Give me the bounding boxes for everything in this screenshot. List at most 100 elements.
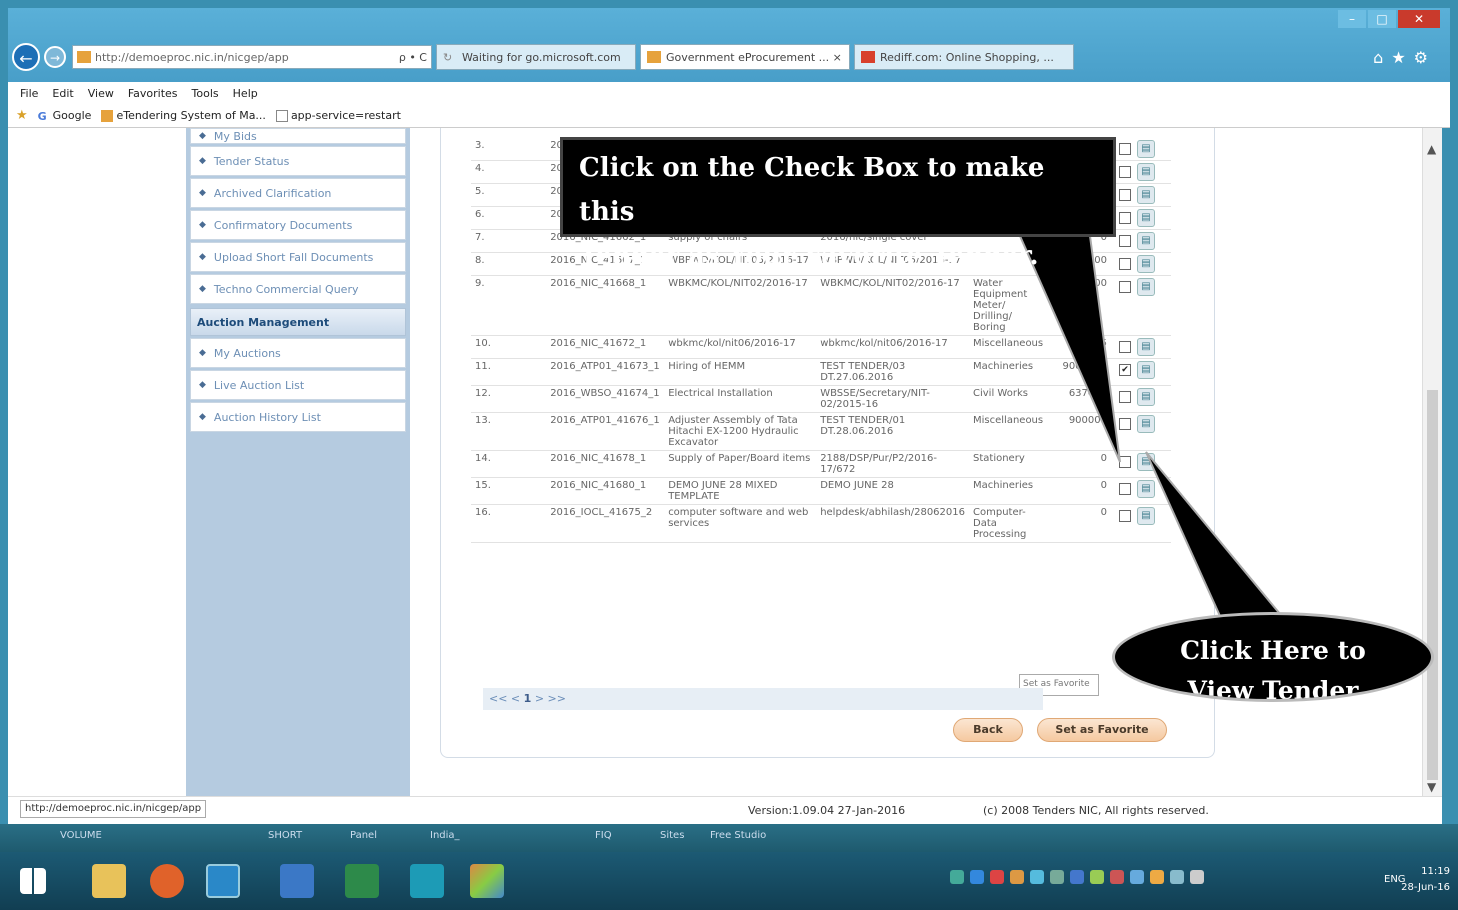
favorite-checkbox[interactable] <box>1119 143 1131 155</box>
view-tender-icon[interactable]: ▤ <box>1137 255 1155 273</box>
headphones-app-icon[interactable] <box>410 864 444 898</box>
favorite-checkbox[interactable] <box>1119 281 1131 293</box>
favorite-checkbox[interactable] <box>1119 166 1131 178</box>
favorites-star-icon[interactable]: ★ <box>1391 48 1413 67</box>
tray-icon[interactable] <box>970 870 984 884</box>
view-tender-icon[interactable]: ▤ <box>1137 232 1155 250</box>
internet-explorer-icon[interactable] <box>206 864 240 898</box>
view-tender-icon[interactable]: ▤ <box>1137 415 1155 433</box>
back-button[interactable]: Back <box>953 718 1023 742</box>
home-icon[interactable]: ⌂ <box>1373 48 1391 67</box>
favorite-checkbox[interactable] <box>1119 456 1131 468</box>
layers-app-icon[interactable] <box>470 864 504 898</box>
favorite-checkbox[interactable] <box>1119 483 1131 495</box>
view-tender-icon[interactable]: ▤ <box>1137 140 1155 158</box>
view-tender-icon[interactable]: ▤ <box>1137 361 1155 379</box>
favorite-checkbox[interactable] <box>1119 418 1131 430</box>
favorite-checkbox[interactable] <box>1119 189 1131 201</box>
address-bar[interactable]: http://demoeproc.nic.in/nicgep/app ρ • C <box>72 45 432 69</box>
view-tender-icon[interactable]: ▤ <box>1137 507 1155 525</box>
tray-icon[interactable] <box>1010 870 1024 884</box>
view-tender-icon[interactable]: ▤ <box>1137 209 1155 227</box>
tray-icon[interactable] <box>1050 870 1064 884</box>
favorite-checkbox[interactable] <box>1119 212 1131 224</box>
menu-tools[interactable]: Tools <box>192 87 219 100</box>
view-tender-icon[interactable]: ▤ <box>1137 388 1155 406</box>
fav-etendering[interactable]: eTendering System of Ma... <box>101 109 266 122</box>
address-controls[interactable]: ρ • C <box>399 51 427 64</box>
scroll-up-icon[interactable]: ▲ <box>1427 142 1436 156</box>
pager-next[interactable]: > >> <box>535 692 566 705</box>
pager-prev[interactable]: << < <box>489 692 520 705</box>
minimize-button[interactable]: – <box>1338 10 1366 28</box>
fav-label: eTendering System of Ma... <box>116 109 266 122</box>
sidebar-item-my-bids[interactable]: ◆ My Bids <box>190 128 406 144</box>
menu-help[interactable]: Help <box>233 87 258 100</box>
sidebar-item-live-auction-list[interactable]: ◆ Live Auction List <box>190 370 406 400</box>
tray-icon[interactable] <box>950 870 964 884</box>
add-favorites-icon[interactable]: ★ <box>16 108 28 123</box>
volume-icon[interactable] <box>1190 870 1204 884</box>
tender-reference: wbkmc/kol/nit06/2016-17 <box>816 335 969 359</box>
scroll-down-icon[interactable]: ▼ <box>1427 780 1436 794</box>
tray-icon[interactable] <box>1130 870 1144 884</box>
view-tender-icon[interactable]: ▤ <box>1137 338 1155 356</box>
back-arrow-icon[interactable]: ← <box>12 43 40 71</box>
tray-icon[interactable] <box>1030 870 1044 884</box>
sidebar-item-auction-history[interactable]: ◆ Auction History List <box>190 402 406 432</box>
row-number: 5. <box>471 183 547 207</box>
sidebar-item-confirmatory-documents[interactable]: ◆ Confirmatory Documents <box>190 210 406 240</box>
sidebar-item-tender-status[interactable]: ◆ Tender Status <box>190 146 406 176</box>
scroll-thumb[interactable] <box>1427 390 1438 780</box>
network-icon[interactable] <box>1170 870 1184 884</box>
tray-icon[interactable] <box>1090 870 1104 884</box>
favorites-bar: ★ G Google eTendering System of Ma... app… <box>8 104 1450 128</box>
windows-start-icon[interactable] <box>20 868 46 894</box>
tab-rediff[interactable]: Rediff.com: Online Shopping, ... <box>854 44 1074 70</box>
tray-icon[interactable] <box>990 870 1004 884</box>
vertical-scrollbar[interactable]: ▲ ▼ <box>1422 128 1442 796</box>
address-url: http://demoeproc.nic.in/nicgep/app <box>95 50 289 64</box>
set-as-favorite-button[interactable]: Set as Favorite <box>1037 718 1167 742</box>
word-icon[interactable] <box>280 864 314 898</box>
favorite-checkbox[interactable] <box>1119 341 1131 353</box>
settings-gear-icon[interactable]: ⚙ <box>1414 48 1436 67</box>
menu-edit[interactable]: Edit <box>52 87 73 100</box>
tab-waiting[interactable]: ↻ Waiting for go.microsoft.com <box>436 44 636 70</box>
sidebar-item-techno-commercial-query[interactable]: ◆ Techno Commercial Query <box>190 274 406 304</box>
tray-icon[interactable] <box>1150 870 1164 884</box>
tray-icon[interactable] <box>1070 870 1084 884</box>
sidebar-item-label: Confirmatory Documents <box>213 218 353 232</box>
view-tender-icon[interactable]: ▤ <box>1137 480 1155 498</box>
forward-arrow-icon[interactable]: → <box>44 46 66 68</box>
file-explorer-icon[interactable] <box>92 864 126 898</box>
favorite-checkbox[interactable] <box>1119 235 1131 247</box>
fav-google[interactable]: G Google <box>38 109 92 123</box>
fav-app-service[interactable]: app-service=restart <box>275 109 401 122</box>
excel-icon[interactable] <box>345 864 379 898</box>
menu-favorites[interactable]: Favorites <box>128 87 178 100</box>
view-tender-icon[interactable]: ▤ <box>1137 278 1155 296</box>
pager-current[interactable]: 1 <box>524 692 532 705</box>
row-actions: ▤ <box>1111 275 1171 336</box>
firefox-icon[interactable] <box>150 864 184 898</box>
clock[interactable]: 11:19 28-Jun-16 <box>1401 864 1450 896</box>
close-button[interactable]: ✕ <box>1398 10 1440 28</box>
view-tender-icon[interactable]: ▤ <box>1137 163 1155 181</box>
favorite-checkbox[interactable] <box>1119 258 1131 270</box>
menu-view[interactable]: View <box>88 87 114 100</box>
tab-eprocurement[interactable]: Government eProcurement ... × <box>640 44 850 70</box>
favorite-checkbox[interactable]: ✔ <box>1119 364 1131 376</box>
favorite-checkbox[interactable] <box>1119 510 1131 522</box>
tray-icon[interactable] <box>1110 870 1124 884</box>
tender-value: 12000 <box>1049 275 1111 336</box>
menu-file[interactable]: File <box>20 87 38 100</box>
sidebar-item-my-auctions[interactable]: ◆ My Auctions <box>190 338 406 368</box>
sidebar-item-upload-short-fall[interactable]: ◆ Upload Short Fall Documents <box>190 242 406 272</box>
row-actions: ▤ <box>1111 477 1171 505</box>
sidebar-item-archived-clarification[interactable]: ◆ Archived Clarification <box>190 178 406 208</box>
maximize-button[interactable]: □ <box>1368 10 1396 28</box>
view-tender-icon[interactable]: ▤ <box>1137 453 1155 471</box>
favorite-checkbox[interactable] <box>1119 391 1131 403</box>
view-tender-icon[interactable]: ▤ <box>1137 186 1155 204</box>
